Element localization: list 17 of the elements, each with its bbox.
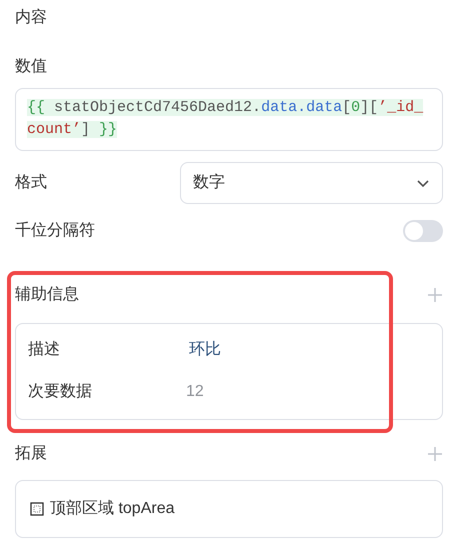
row-value: 环比: [188, 340, 221, 360]
toggle-switch[interactable]: [403, 220, 443, 242]
field-label: 千位分隔符: [15, 220, 95, 241]
section-title: 内容: [15, 8, 48, 28]
dotted-square-icon: [30, 502, 44, 516]
plus-icon[interactable]: [427, 287, 443, 303]
list-item[interactable]: 顶部区域 topArea: [15, 480, 443, 538]
format-select[interactable]: 数字: [180, 162, 443, 204]
code-field[interactable]: {{ statObjectCd7456Daed12.data.data[0][’_id_count’] }}: [15, 88, 443, 151]
row-value: 12: [186, 382, 204, 402]
section-title: 辅助信息: [15, 284, 79, 305]
section-title: 拓展: [15, 444, 47, 464]
row-label: 描述: [28, 340, 61, 360]
field-label: 数值: [15, 57, 48, 77]
field-label: 格式: [15, 172, 48, 193]
plus-icon[interactable]: [427, 446, 443, 462]
row-label: 次要数据: [28, 382, 93, 402]
